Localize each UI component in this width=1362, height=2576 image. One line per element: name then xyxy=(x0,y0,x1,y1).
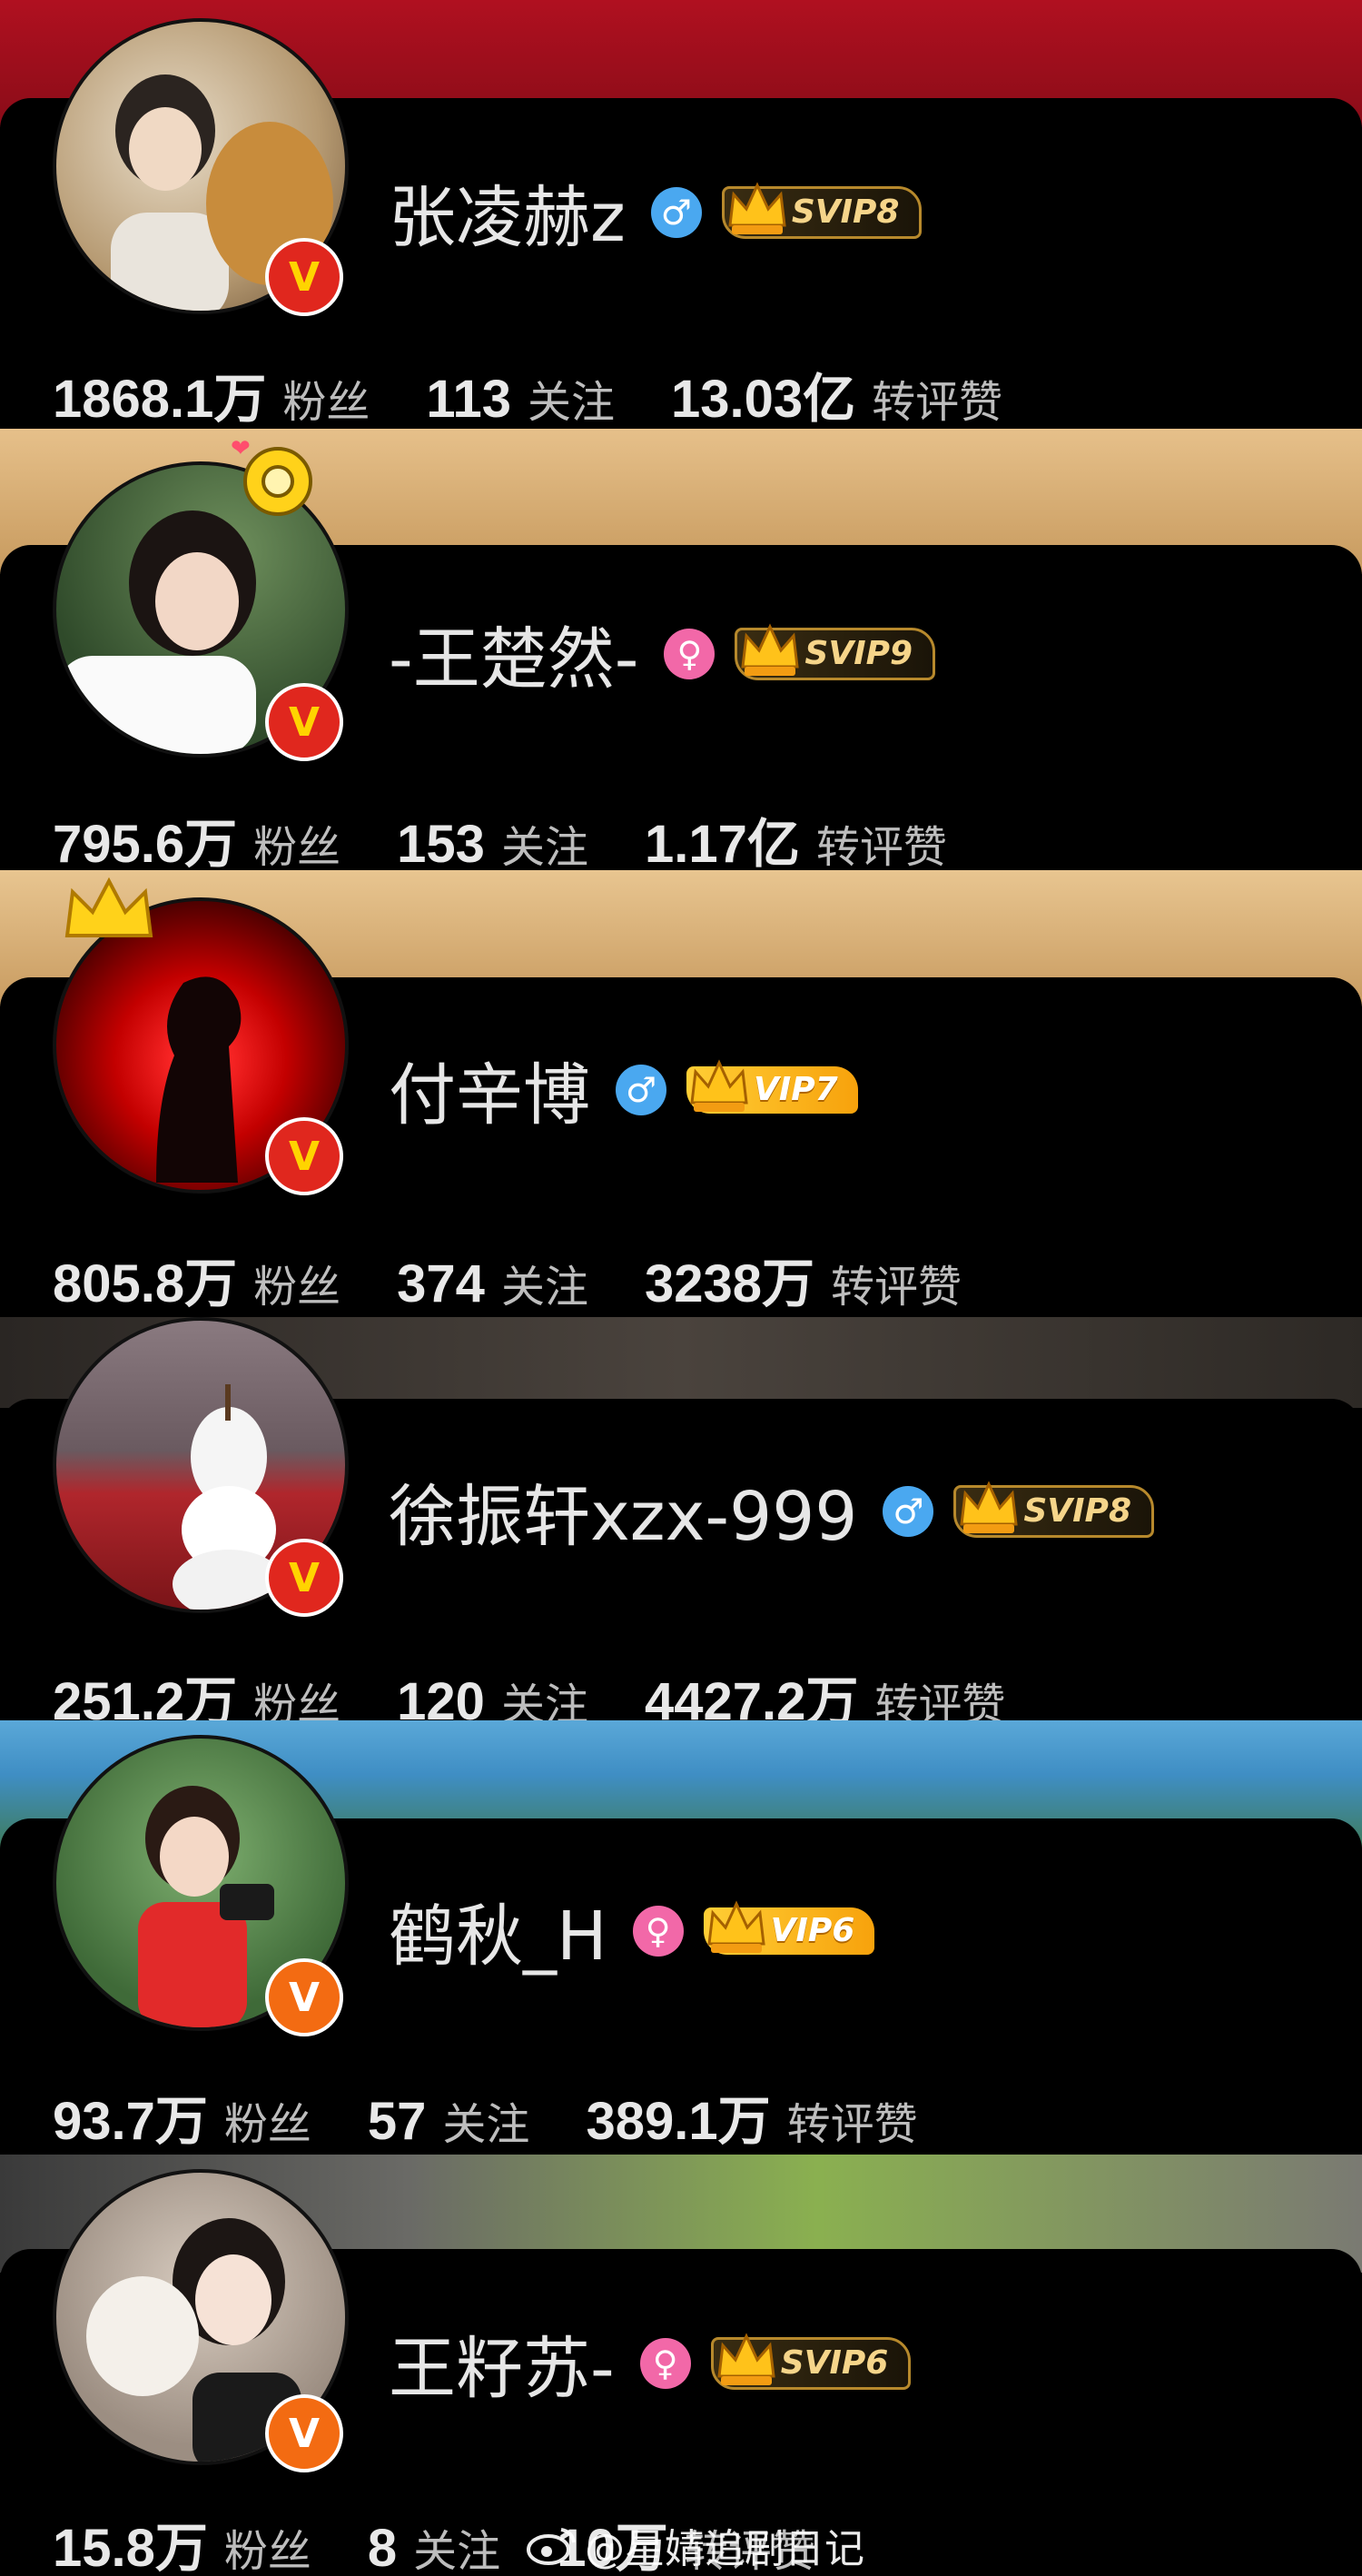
male-icon: ♂ xyxy=(616,1064,666,1115)
name-text: 徐振轩xzx-999 xyxy=(389,1478,858,1556)
weibo-icon xyxy=(527,2528,576,2565)
camera-decoration-icon: ❤ xyxy=(231,436,312,516)
vip-badge[interactable]: VIP6 xyxy=(703,1899,875,1955)
verified-icon: V xyxy=(265,1539,343,1617)
stats-row: 795.6万 粉丝 153 关注 1.17亿 转评赞 xyxy=(53,801,1003,870)
crown-icon xyxy=(717,2332,775,2385)
name-text: 鹤秋_H xyxy=(389,1897,607,1976)
vip-badge[interactable]: SVIP9 xyxy=(735,622,936,680)
verified-icon: V xyxy=(265,1117,343,1195)
vip-label: SVIP8 xyxy=(791,193,900,231)
following-label: 关注 xyxy=(500,1679,588,1720)
fans-count[interactable]: 251.2万 xyxy=(53,1659,237,1720)
female-icon: ♀ xyxy=(639,2337,691,2389)
fans-count[interactable]: 93.7万 xyxy=(53,2078,208,2155)
stats-row: 805.8万 粉丝 374 关注 3238万 转评赞 xyxy=(53,1241,1018,1317)
fans-label: 粉丝 xyxy=(253,822,341,870)
following-label: 关注 xyxy=(442,2099,530,2150)
profile-card-3[interactable]: V 付辛博 ♂ VIP7 805.8万 粉丝 374 关注 3238万 转评赞 xyxy=(0,870,1362,1317)
profile-name[interactable]: 徐振轩xzx-999 ♂ SVIP8 xyxy=(389,1462,1154,1560)
engagement-label: 转评赞 xyxy=(831,1262,962,1313)
fans-count[interactable]: 15.8万 xyxy=(53,2505,208,2576)
vip-badge[interactable]: SVIP8 xyxy=(721,181,923,239)
crown-icon xyxy=(706,1899,765,1953)
verified-icon: V xyxy=(265,238,343,316)
engagement-label: 转评赞 xyxy=(872,377,1003,428)
following-count[interactable]: 113 xyxy=(426,369,511,429)
following-count[interactable]: 153 xyxy=(397,814,485,870)
vip-label: SVIP8 xyxy=(1023,1492,1131,1530)
verified-icon: V xyxy=(265,683,343,761)
stats-row: 93.7万 粉丝 57 关注 389.1万 转评赞 xyxy=(53,2078,974,2155)
verified-icon: V xyxy=(265,1958,343,2036)
fans-count[interactable]: 795.6万 xyxy=(53,801,237,870)
profile-name[interactable]: -王楚然- ♀ SVIP9 xyxy=(389,605,936,702)
watermark: @星婧追剧日记 xyxy=(527,2516,864,2574)
profile-name[interactable]: 张凌赫z ♂ SVIP8 xyxy=(389,163,923,261)
profile-card-1[interactable]: V 张凌赫z ♂ SVIP8 1868.1万 粉丝 113 关注 13.03亿 转评赞 xyxy=(0,0,1362,429)
following-count[interactable]: 120 xyxy=(397,1671,485,1720)
crown-icon xyxy=(690,1058,748,1112)
following-count[interactable]: 57 xyxy=(368,2091,427,2152)
watermark-text: @星婧追剧日记 xyxy=(585,2526,864,2572)
profile-card-5[interactable]: V 鹤秋_H ♀ VIP6 93.7万 粉丝 57 关注 389.1万 转评赞 xyxy=(0,1720,1362,2155)
following-label: 关注 xyxy=(528,377,616,428)
name-text: -王楚然- xyxy=(389,620,639,698)
fans-count[interactable]: 805.8万 xyxy=(53,1241,237,1317)
following-count[interactable]: 8 xyxy=(368,2518,397,2576)
fans-label: 粉丝 xyxy=(253,1262,341,1313)
following-label: 关注 xyxy=(413,2526,501,2576)
crown-icon xyxy=(960,1480,1019,1533)
vip-badge[interactable]: VIP7 xyxy=(686,1058,858,1114)
profile-card-2[interactable]: ❤ V -王楚然- ♀ SVIP9 795.6万 粉丝 153 关注 1.17亿 转评… xyxy=(0,429,1362,870)
profile-name[interactable]: 王籽苏- ♀ SVIP6 xyxy=(389,2314,912,2412)
name-text: 张凌赫z xyxy=(389,179,626,257)
vip-label: SVIP6 xyxy=(780,2344,889,2382)
crown-icon xyxy=(728,181,786,234)
female-icon: ♀ xyxy=(632,1905,684,1957)
engagement-label: 转评赞 xyxy=(786,2099,918,2150)
vip-badge[interactable]: SVIP6 xyxy=(710,2332,912,2390)
profile-name[interactable]: 鹤秋_H ♀ VIP6 xyxy=(389,1882,875,1979)
engagement-label: 转评赞 xyxy=(815,822,947,870)
vip-badge[interactable]: SVIP8 xyxy=(953,1480,1154,1538)
name-text: 付辛博 xyxy=(389,1056,590,1134)
following-count[interactable]: 374 xyxy=(397,1253,485,1314)
verified-icon: V xyxy=(265,2394,343,2472)
profile-card-4[interactable]: V 徐振轩xzx-999 ♂ SVIP8 251.2万 粉丝 120 关注 4427… xyxy=(0,1317,1362,1720)
vip-label: SVIP9 xyxy=(804,635,913,672)
following-label: 关注 xyxy=(500,822,588,870)
fans-label: 粉丝 xyxy=(282,377,370,428)
fans-label: 粉丝 xyxy=(223,2099,311,2150)
vip-label: VIP6 xyxy=(770,1912,855,1949)
crown-icon xyxy=(741,622,800,676)
fans-label: 粉丝 xyxy=(253,1679,341,1720)
engagement-count: 389.1万 xyxy=(586,2092,771,2151)
engagement-count: 13.03亿 xyxy=(671,370,856,429)
male-icon: ♂ xyxy=(650,186,702,238)
fans-count[interactable]: 1868.1万 xyxy=(53,356,266,429)
female-icon: ♀ xyxy=(664,628,716,679)
profile-card-6[interactable]: V 王籽苏- ♀ SVIP6 15.8万 粉丝 8 关注 10万 转评赞 xyxy=(0,2155,1362,2576)
crown-decoration-icon xyxy=(64,877,153,937)
engagement-count: 4427.2万 xyxy=(644,1672,859,1720)
stats-row: 1868.1万 粉丝 113 关注 13.03亿 转评赞 xyxy=(53,356,1059,429)
engagement-count: 3238万 xyxy=(644,1254,814,1313)
male-icon: ♂ xyxy=(883,1485,934,1537)
fans-label: 粉丝 xyxy=(223,2526,311,2576)
engagement-count: 1.17亿 xyxy=(644,815,800,870)
profile-name[interactable]: 付辛博 ♂ VIP7 xyxy=(389,1041,858,1138)
following-label: 关注 xyxy=(500,1262,588,1313)
vip-label: VIP7 xyxy=(754,1071,838,1108)
engagement-label: 转评赞 xyxy=(874,1679,1006,1720)
stats-row: 251.2万 粉丝 120 关注 4427.2万 转评赞 xyxy=(53,1659,1061,1720)
name-text: 王籽苏- xyxy=(389,2330,615,2408)
svg-text:❤: ❤ xyxy=(231,436,251,461)
